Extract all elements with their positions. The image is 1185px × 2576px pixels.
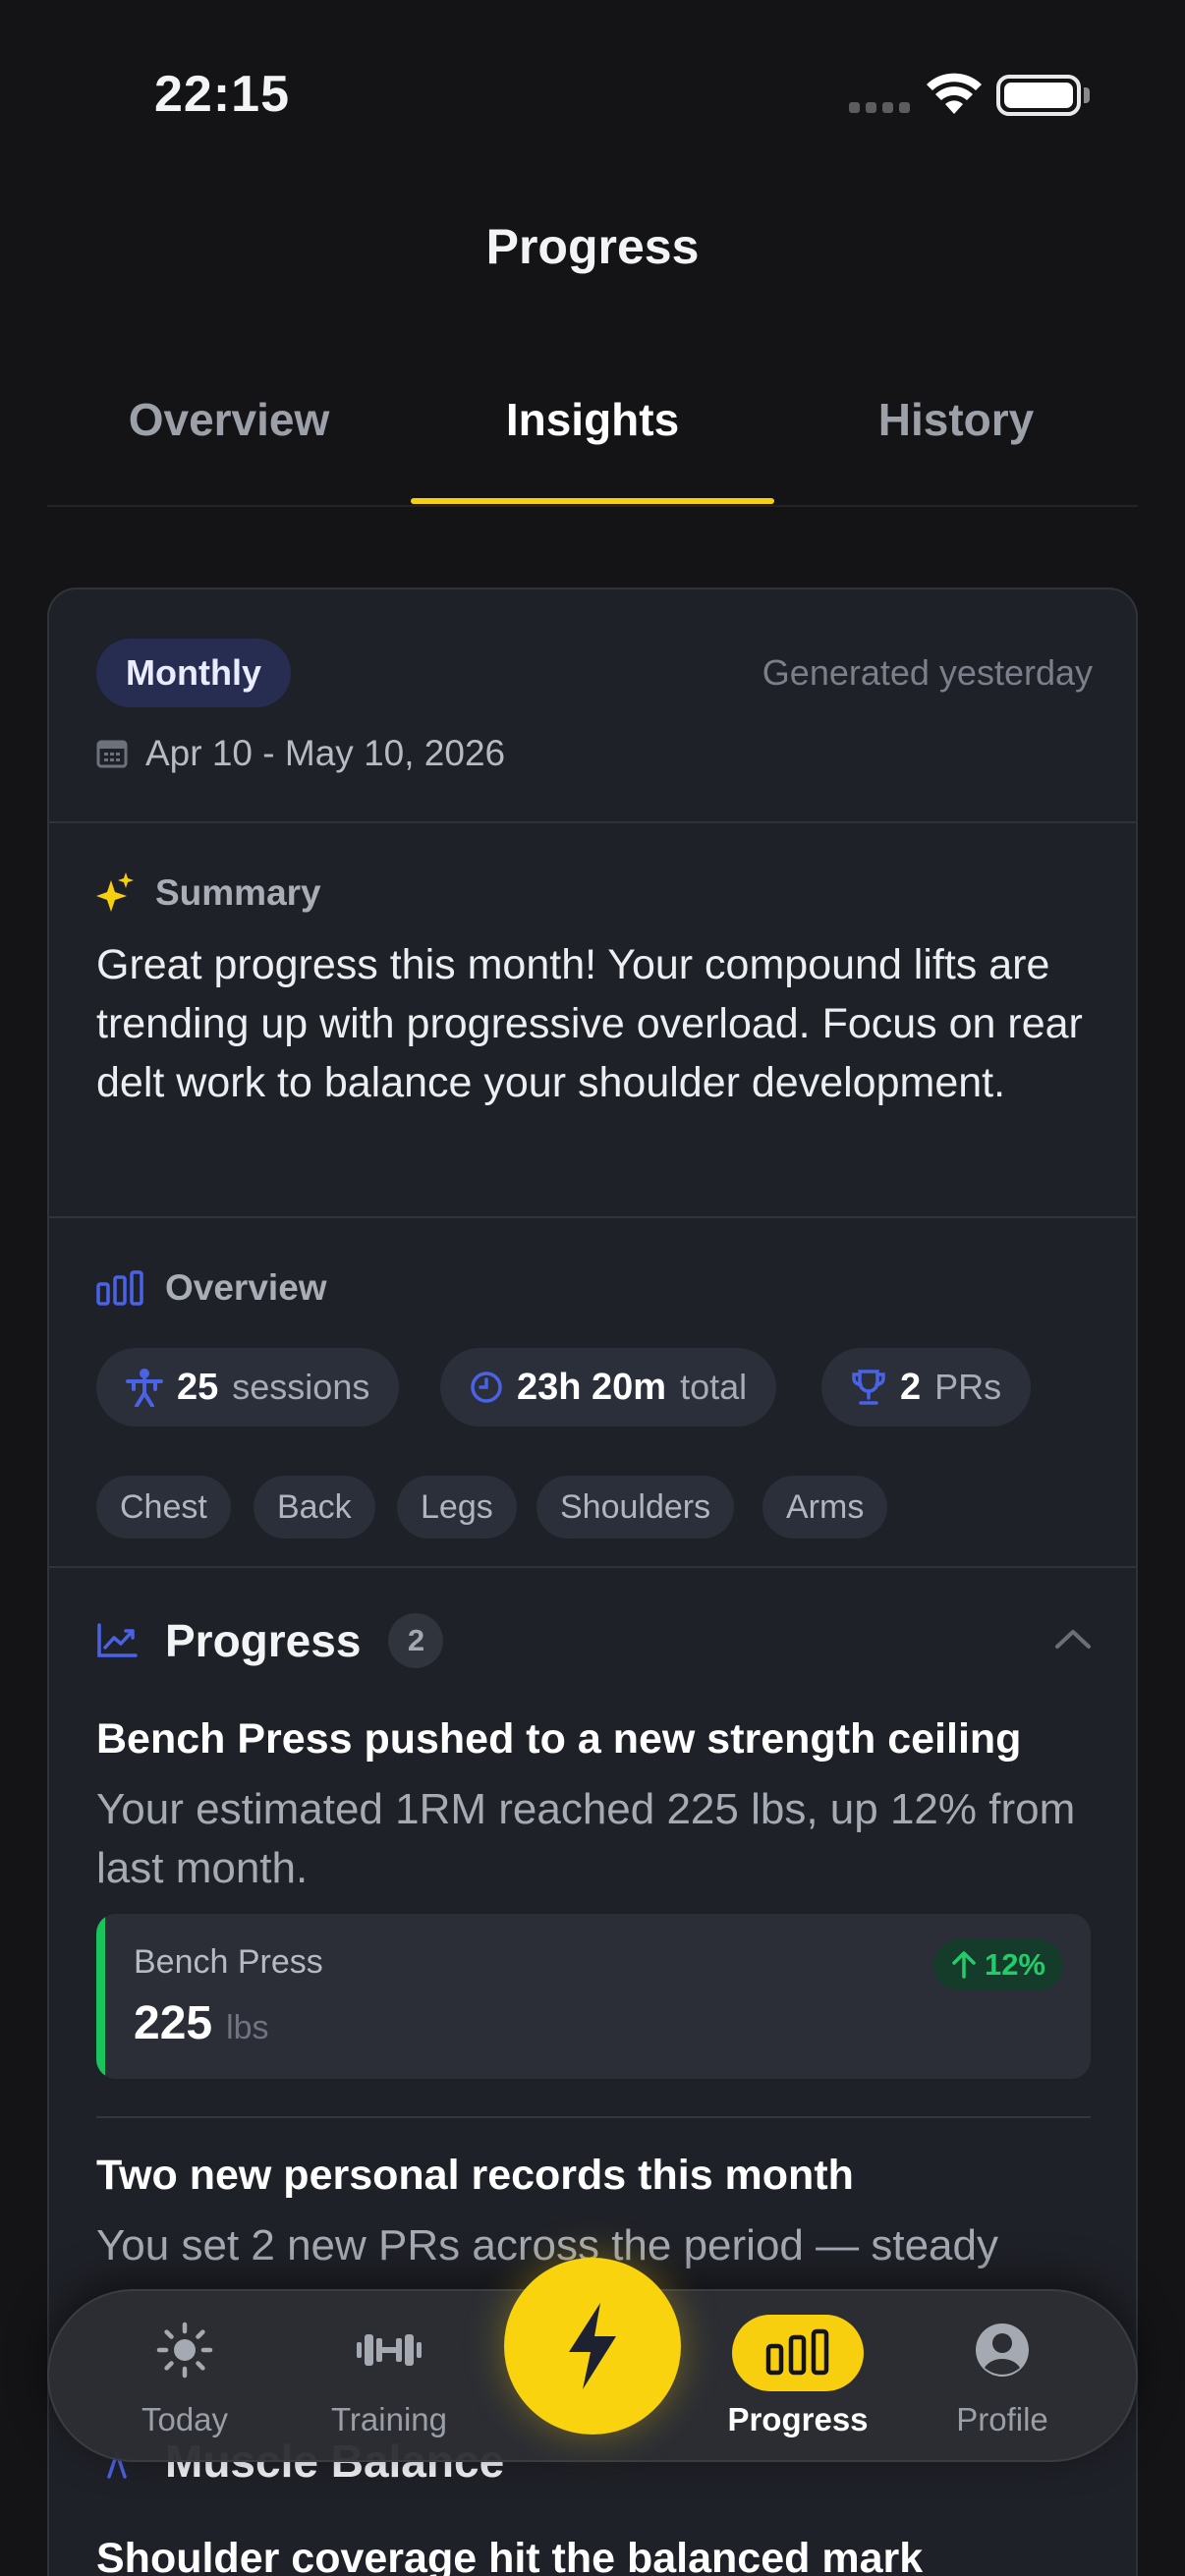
lightning-icon xyxy=(569,2303,616,2389)
muscle-chip: Back xyxy=(254,1476,375,1539)
insight-title: Shoulder coverage hit the balanced mark xyxy=(96,2535,924,2576)
user-circle-icon xyxy=(976,2324,1029,2377)
nav-training[interactable]: Training xyxy=(301,2291,478,2464)
period-badge: Monthly xyxy=(96,639,291,707)
nav-profile[interactable]: Profile xyxy=(914,2291,1091,2464)
prs-value: 2 xyxy=(900,1366,922,1408)
calendar-icon xyxy=(96,740,128,768)
insight-title: Bench Press pushed to a new strength cei… xyxy=(96,1715,1022,1763)
tab-history[interactable]: History xyxy=(774,393,1138,446)
active-tab-indicator xyxy=(411,498,774,504)
sessions-stat: 25 sessions xyxy=(96,1348,400,1427)
arrow-up-icon xyxy=(952,1951,976,1979)
sun-icon xyxy=(156,2322,213,2379)
overview-heading: Overview xyxy=(96,1267,327,1309)
trend-up-icon xyxy=(97,1623,138,1657)
insight-title: Two new personal records this month xyxy=(96,2152,854,2199)
bar-chart-icon xyxy=(96,1270,143,1306)
metric-accent-bar xyxy=(96,1914,105,2079)
change-badge: 12% xyxy=(932,1939,1063,1990)
tab-bar: Overview Insights History xyxy=(47,373,1138,507)
dumbbell-icon xyxy=(357,2334,422,2366)
metric-unit: lbs xyxy=(226,2009,269,2046)
nav-progress[interactable]: Progress xyxy=(709,2291,886,2464)
tab-overview[interactable]: Overview xyxy=(47,393,411,446)
summary-section: Summary Great progress this month! Your … xyxy=(49,823,1136,1218)
sparkles-icon xyxy=(96,872,134,912)
battery-icon xyxy=(996,75,1081,116)
clock-icon xyxy=(471,1372,502,1403)
sessions-unit: sessions xyxy=(232,1367,370,1407)
muscle-chip: Shoulders xyxy=(536,1476,735,1539)
nav-today[interactable]: Today xyxy=(96,2291,273,2464)
progress-count-badge: 2 xyxy=(388,1613,444,1668)
status-bar: 22:15 xyxy=(0,0,1185,196)
sessions-value: 25 xyxy=(177,1366,219,1408)
progress-section-title: Progress xyxy=(165,1615,362,1666)
overview-heading-text: Overview xyxy=(165,1267,327,1308)
bar-chart-icon xyxy=(765,2328,829,2376)
summary-heading: Summary xyxy=(96,872,321,914)
metric-card: Bench Press 225 lbs 12% xyxy=(96,1914,1091,2079)
overview-section: Overview 25 sessions 23h 20m total 2 PRs… xyxy=(49,1218,1136,1568)
chevron-up-icon[interactable] xyxy=(1053,1627,1093,1651)
wifi-icon xyxy=(927,73,982,114)
summary-text: Great progress this month! Your compound… xyxy=(96,941,1083,1106)
cellular-signal-icon xyxy=(849,102,910,113)
trophy-icon xyxy=(852,1370,885,1405)
page-title: Progress xyxy=(485,219,700,274)
generated-label: Generated yesterday xyxy=(762,652,1093,693)
insight-description: Your estimated 1RM reached 225 lbs, up 1… xyxy=(96,1785,1076,1892)
person-lifting-icon xyxy=(126,1369,163,1407)
tab-insights[interactable]: Insights xyxy=(411,393,774,446)
duration-stat: 23h 20m total xyxy=(440,1348,777,1427)
muscle-chip: Legs xyxy=(397,1476,517,1539)
date-range: Apr 10 - May 10, 2026 xyxy=(96,733,505,774)
metric-value: 225 xyxy=(134,1997,213,2049)
prs-stat: 2 PRs xyxy=(821,1348,1032,1427)
quick-start-button[interactable] xyxy=(504,2258,681,2435)
report-header: Monthly Generated yesterday Apr 10 - May… xyxy=(49,589,1136,823)
prs-unit: PRs xyxy=(934,1367,1002,1407)
change-value: 12% xyxy=(984,1947,1045,1982)
summary-heading-text: Summary xyxy=(155,872,321,913)
nav-label: Progress xyxy=(727,2401,869,2437)
status-time: 22:15 xyxy=(154,66,290,123)
duration-value: 23h 20m xyxy=(517,1366,667,1408)
muscle-chip: Chest xyxy=(96,1476,231,1539)
muscle-chip: Arms xyxy=(762,1476,888,1539)
date-range-text: Apr 10 - May 10, 2026 xyxy=(145,733,506,773)
metric-value-row: 225 lbs xyxy=(134,1996,269,2050)
nav-label: Training xyxy=(331,2401,447,2437)
metric-label: Bench Press xyxy=(134,1943,323,1981)
nav-label: Today xyxy=(141,2401,229,2437)
progress-section-header[interactable]: Progress 2 xyxy=(96,1613,444,1668)
divider xyxy=(96,2116,1091,2118)
nav-label: Profile xyxy=(956,2401,1048,2437)
duration-unit: total xyxy=(680,1367,748,1407)
